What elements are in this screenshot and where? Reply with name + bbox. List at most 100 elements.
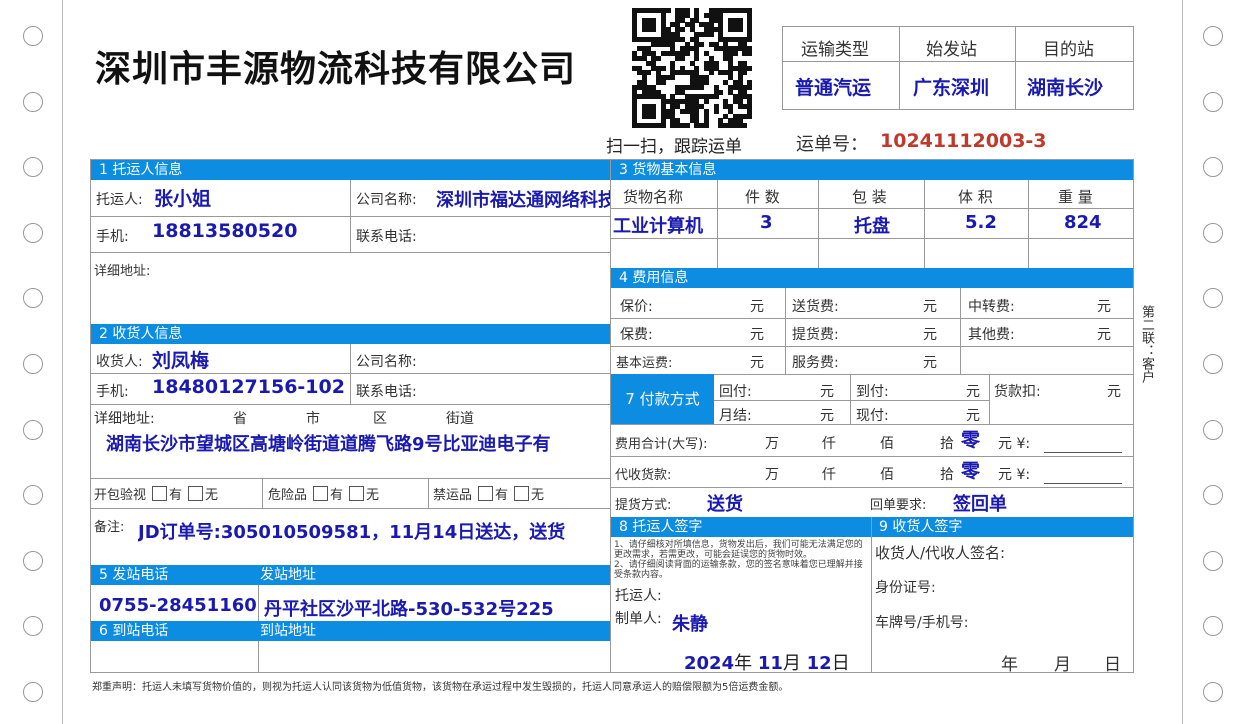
- consignee-month-char: 月: [1054, 655, 1071, 675]
- fee-unit: 元: [923, 299, 937, 315]
- feed-hole: [23, 91, 43, 112]
- fee-unit: 元: [966, 384, 980, 400]
- unit-qian: 仟: [822, 436, 836, 452]
- fee-unit: 元: [820, 408, 834, 424]
- shipper-name: 张小姐: [154, 188, 212, 210]
- unit-bai: 佰: [880, 467, 894, 483]
- open-yes-label: 有: [169, 488, 183, 503]
- route-header-type: 运输类型: [801, 40, 869, 60]
- feed-hole: [23, 550, 43, 571]
- fee-unit: 元: [923, 327, 937, 343]
- goods-name: 工业计算机: [613, 216, 703, 237]
- pay-cash-label: 现付:: [856, 408, 889, 424]
- fee-unit: 元: [820, 384, 834, 400]
- fee-unit: 元: [923, 355, 937, 371]
- origin-phone-header: 5 发站电话: [99, 567, 169, 583]
- feed-hole: [1203, 354, 1223, 374]
- day-char: 日: [831, 653, 850, 674]
- remark-label: 备注:: [94, 520, 125, 535]
- unit-shi: 拾: [940, 467, 954, 483]
- origin-section-bar: 5 发站电话 发站地址: [91, 565, 610, 585]
- fee-insured-value-label: 保价:: [620, 299, 653, 315]
- consignee-sign-label: 收货人/代收人签名:: [875, 544, 1006, 562]
- forbidden-yes-checkbox[interactable]: [478, 486, 494, 501]
- route-origin-value: 广东深圳: [913, 77, 990, 99]
- shipper-sign-bar: 8 托运人签字: [611, 517, 871, 537]
- consignee-day-char: 日: [1104, 655, 1121, 675]
- goods-section-bar: 3 货物基本信息: [611, 160, 1133, 180]
- consignee-name: 刘凤梅: [152, 350, 210, 372]
- danger-no-checkbox[interactable]: [349, 486, 365, 501]
- feed-hole: [23, 354, 43, 374]
- destination-section-bar: 6 到站电话 到站地址: [91, 621, 610, 641]
- feed-hole: [1203, 91, 1223, 112]
- goods-header-qty: 件 数: [745, 188, 780, 206]
- feed-hole: [1203, 288, 1223, 309]
- forbidden-no-label: 无: [531, 488, 545, 503]
- cod-zero: 零: [961, 460, 981, 482]
- fee-premium-label: 保费:: [620, 327, 653, 343]
- shipper-sign-date: 2024年 11月 12日: [684, 649, 850, 675]
- goods-volume: 5.2: [965, 212, 997, 233]
- shipper-note-2: 2、请仔细阅读背面的运输条款，您的签名意味着您已理解并接受条款内容。: [614, 560, 863, 580]
- shipper-name-label: 托运人:: [96, 192, 143, 208]
- route-header-destination: 目的站: [1043, 40, 1094, 60]
- sign-day: 12: [806, 653, 832, 674]
- unit-bai: 佰: [880, 436, 894, 452]
- remark-text: JD订单号:305010509581，11月14日送达，送货: [138, 522, 566, 543]
- feed-hole: [1203, 485, 1223, 506]
- unit-shi: 拾: [940, 436, 954, 452]
- total-label: 费用合计(大写):: [615, 437, 708, 452]
- sign-month: 11: [757, 653, 783, 674]
- pay-monthly-label: 月结:: [719, 408, 752, 424]
- route-table: 运输类型 始发站 目的站 普通汽运 广东深圳 湖南长沙: [782, 26, 1134, 110]
- shipper-mobile-label: 手机:: [96, 229, 129, 245]
- shipper-mobile: 18813580520: [152, 220, 298, 242]
- feed-hole: [23, 419, 43, 440]
- copy-label: 第二联：客户: [1139, 305, 1154, 383]
- pay-deduct-label: 货款扣:: [994, 384, 1041, 400]
- feed-hole: [23, 288, 43, 309]
- open-no-checkbox[interactable]: [188, 486, 204, 501]
- origin-address-header: 发站地址: [260, 567, 316, 583]
- addr-province: 省: [233, 411, 247, 427]
- route-destination-value: 湖南长沙: [1027, 77, 1104, 99]
- fee-unit: 元: [750, 327, 764, 343]
- id-number-label: 身份证号:: [875, 580, 936, 596]
- feed-hole: [1203, 222, 1223, 243]
- return-requirement: 签回单: [953, 494, 1007, 515]
- footer-disclaimer: 郑重声明：托运人未填写货物价值的，则视为托运人认同该货物为低值货物，该货物在承运…: [92, 682, 789, 693]
- check-open-inspect: 开包验视 有 无: [94, 484, 218, 503]
- consignee-section-bar: 2 收货人信息: [91, 324, 610, 344]
- fee-pickup-label: 提货费:: [792, 327, 839, 343]
- open-yes-checkbox[interactable]: [152, 486, 168, 501]
- payment-section-label: 7 付款方式: [611, 374, 714, 424]
- check-danger: 危险品 有 无: [268, 484, 379, 503]
- danger-no-label: 无: [366, 488, 380, 503]
- check-danger-label: 危险品: [268, 488, 308, 503]
- goods-weight: 824: [1064, 212, 1102, 233]
- forbidden-no-checkbox[interactable]: [514, 486, 530, 501]
- consignee-address-label: 详细地址:: [94, 411, 155, 427]
- route-type-value: 普通汽运: [795, 77, 872, 99]
- goods-qty: 3: [760, 212, 773, 233]
- feed-hole: [23, 485, 43, 506]
- total-yuan: 元 ¥:: [998, 436, 1031, 452]
- route-header-origin: 始发站: [926, 40, 977, 60]
- goods-pack: 托盘: [854, 216, 890, 237]
- goods-header-weight: 重 量: [1058, 188, 1093, 206]
- goods-header-volume: 体 积: [958, 188, 993, 206]
- check-open-label: 开包验视: [94, 488, 147, 503]
- shipper-company-label: 公司名称:: [356, 192, 417, 208]
- maker-label: 制单人:: [615, 611, 662, 627]
- pay-return-label: 回付:: [719, 384, 752, 400]
- unit-wan: 万: [765, 467, 779, 483]
- fee-unit: 元: [1097, 299, 1111, 315]
- feed-hole: [1203, 550, 1223, 571]
- cod-yuan: 元 ¥:: [998, 467, 1031, 483]
- check-forbidden: 禁运品 有 无: [433, 484, 544, 503]
- danger-yes-checkbox[interactable]: [313, 486, 329, 501]
- feed-hole: [1203, 616, 1223, 637]
- shipper-notes: 1、请仔细核对所填信息，货物发出后，我们可能无法满足您的更改需求，若需更改，可能…: [614, 540, 870, 580]
- plate-phone-label: 车牌号/手机号:: [875, 615, 969, 631]
